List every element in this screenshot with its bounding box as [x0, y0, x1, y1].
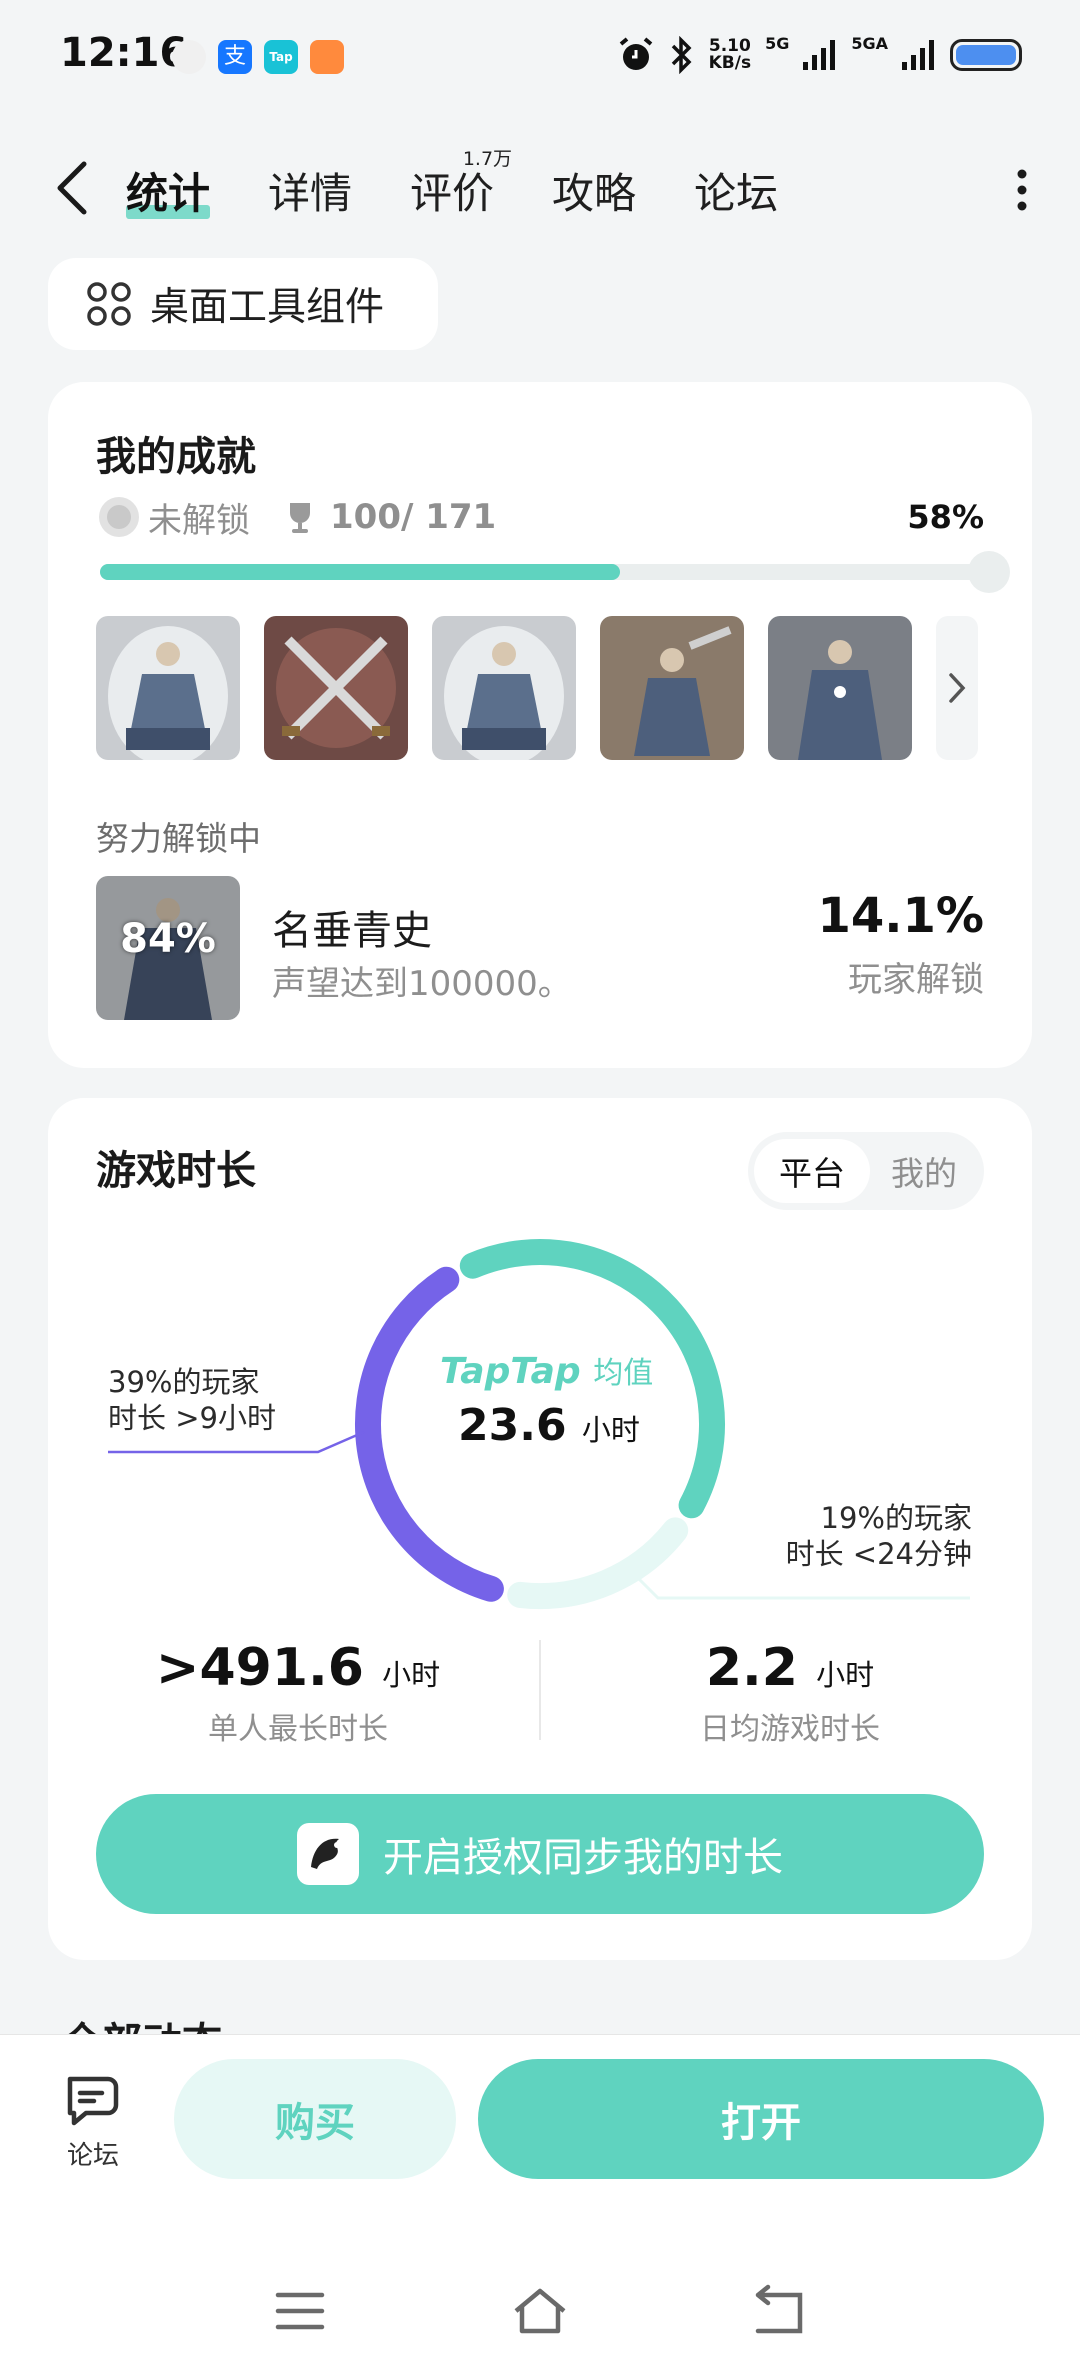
back-nav-icon[interactable] — [755, 2284, 803, 2334]
video-app-icon — [310, 40, 344, 74]
annotation-leader-right — [632, 1572, 970, 1600]
alipay-icon: 支 — [218, 40, 252, 74]
taptap-average-label: TapTap 均值 — [440, 1351, 654, 1392]
tab-bar: 统计 详情 评价 1.7万 攻略 论坛 — [126, 148, 778, 221]
unlock-rate-label: 玩家解锁 — [848, 960, 984, 1000]
achievement-summary: 未解锁 100/ 171 58% — [96, 492, 984, 542]
achievements-card: 我的成就 未解锁 100/ 171 58% 努力解锁中 84% 名垂青史 声望达… — [48, 382, 1032, 1068]
in-progress-description: 声望达到100000。 — [272, 964, 572, 1004]
desktop-widget-button[interactable]: 桌面工具组件 — [48, 258, 438, 350]
max-playtime-label: 单人最长时长 — [208, 1712, 388, 1747]
trophy-icon — [290, 503, 310, 533]
stat-divider — [539, 1640, 541, 1740]
unlock-rate: 14.1% — [817, 888, 984, 944]
review-count-badge: 1.7万 — [462, 148, 513, 170]
playtime-title: 游戏时长 — [96, 1148, 256, 1194]
more-badges-button[interactable] — [936, 616, 978, 760]
locked-label: 未解锁 — [148, 500, 250, 541]
achievement-badge[interactable] — [768, 616, 912, 760]
network-label-2: 5GA — [851, 33, 888, 53]
achievement-badge[interactable] — [432, 616, 576, 760]
bottom-action-bar: 论坛 购买 打开 — [0, 2034, 1080, 2376]
chevron-right-icon — [949, 673, 966, 703]
achievement-count: 100/ 171 — [330, 497, 497, 537]
in-progress-achievement[interactable]: 84% 名垂青史 声望达到100000。 14.1% 玩家解锁 — [96, 876, 984, 1020]
game-icon — [297, 1823, 359, 1885]
segment-platform[interactable]: 平台 — [754, 1139, 870, 1203]
locked-medal-icon — [99, 497, 139, 537]
in-progress-label: 努力解锁中 — [96, 819, 261, 858]
playtime-card: 游戏时长 平台 我的 39%的玩家 时长 >9小时 19%的玩家 时长 <24分… — [48, 1098, 1032, 1960]
network-speed: 5.10 KB/s — [708, 36, 752, 73]
system-status: 5.10 KB/s 5G 5GA — [617, 33, 1022, 74]
notification-icons: 支 Tap — [172, 40, 344, 74]
battery-icon — [950, 39, 1022, 71]
recents-icon[interactable] — [275, 2292, 325, 2330]
taptap-logo: TapTap — [440, 1351, 581, 1392]
achievement-progress-fill — [100, 564, 620, 580]
open-button[interactable]: 打开 — [478, 2059, 1044, 2179]
achievement-badge[interactable] — [96, 616, 240, 760]
timer-icon — [172, 40, 206, 74]
in-progress-thumbnail: 84% — [96, 876, 240, 1020]
more-icon[interactable] — [1016, 168, 1028, 212]
tab-guides[interactable]: 攻略 — [552, 160, 636, 221]
achievement-progress-bar — [100, 551, 1010, 593]
chat-bubble-icon — [67, 2076, 119, 2126]
desktop-widget-label: 桌面工具组件 — [150, 285, 385, 330]
progress-end-medal-icon — [968, 551, 1010, 593]
system-nav-bar — [275, 2284, 803, 2334]
average-playtime: 23.6 小时 — [458, 1400, 640, 1451]
annotation-long-players: 39%的玩家 时长 >9小时 — [108, 1365, 276, 1435]
bluetooth-icon — [671, 36, 692, 74]
status-time: 12:16 — [60, 30, 188, 76]
sync-playtime-label: 开启授权同步我的时长 — [383, 1835, 783, 1881]
daily-playtime-value: 2.2 — [705, 1638, 798, 1698]
taptap-app-icon: Tap — [264, 40, 298, 74]
daily-playtime-stat: 2.2 小时 日均游戏时长 — [570, 1638, 1010, 1748]
sync-playtime-button[interactable]: 开启授权同步我的时长 — [96, 1794, 984, 1914]
alarm-icon — [619, 37, 652, 70]
tab-reviews[interactable]: 评价 1.7万 — [410, 148, 512, 221]
platform-mine-toggle: 平台 我的 — [748, 1132, 984, 1210]
achievement-badge[interactable] — [600, 616, 744, 760]
max-playtime-stat: >491.6 小时 单人最长时长 — [78, 1638, 518, 1748]
buy-button[interactable]: 购买 — [174, 2059, 456, 2179]
achievement-badge[interactable] — [264, 616, 408, 760]
in-progress-name: 名垂青史 — [272, 908, 432, 954]
donut-arc-short — [507, 1517, 689, 1610]
tab-details[interactable]: 详情 — [268, 160, 352, 221]
achievement-percent: 58% — [907, 498, 984, 536]
daily-playtime-label: 日均游戏时长 — [700, 1712, 880, 1747]
max-playtime-value: >491.6 — [155, 1638, 364, 1698]
widgets-icon — [87, 282, 131, 326]
forum-label: 论坛 — [66, 2141, 119, 2171]
segment-mine[interactable]: 我的 — [870, 1147, 978, 1195]
tab-reviews-label: 评价 — [410, 169, 495, 218]
achievement-badges — [96, 616, 978, 760]
top-nav: 统计 详情 评价 1.7万 攻略 论坛 — [0, 140, 1080, 240]
back-icon[interactable] — [50, 158, 94, 218]
tab-forum[interactable]: 论坛 — [694, 160, 778, 221]
forum-button[interactable]: 论坛 — [50, 2071, 136, 2172]
signal-icon — [803, 40, 836, 70]
network-label-1: 5G — [765, 33, 790, 53]
home-icon[interactable] — [514, 2288, 566, 2334]
status-bar: 12:16 支 Tap 5.10 KB/s 5G 5GA — [0, 0, 1080, 120]
signal-icon-2 — [902, 40, 934, 70]
tab-stats[interactable]: 统计 — [126, 160, 211, 221]
annotation-short-players: 19%的玩家 时长 <24分钟 — [785, 1501, 972, 1571]
achievements-title: 我的成就 — [96, 434, 256, 480]
in-progress-thumb-percent: 84% — [120, 916, 216, 962]
